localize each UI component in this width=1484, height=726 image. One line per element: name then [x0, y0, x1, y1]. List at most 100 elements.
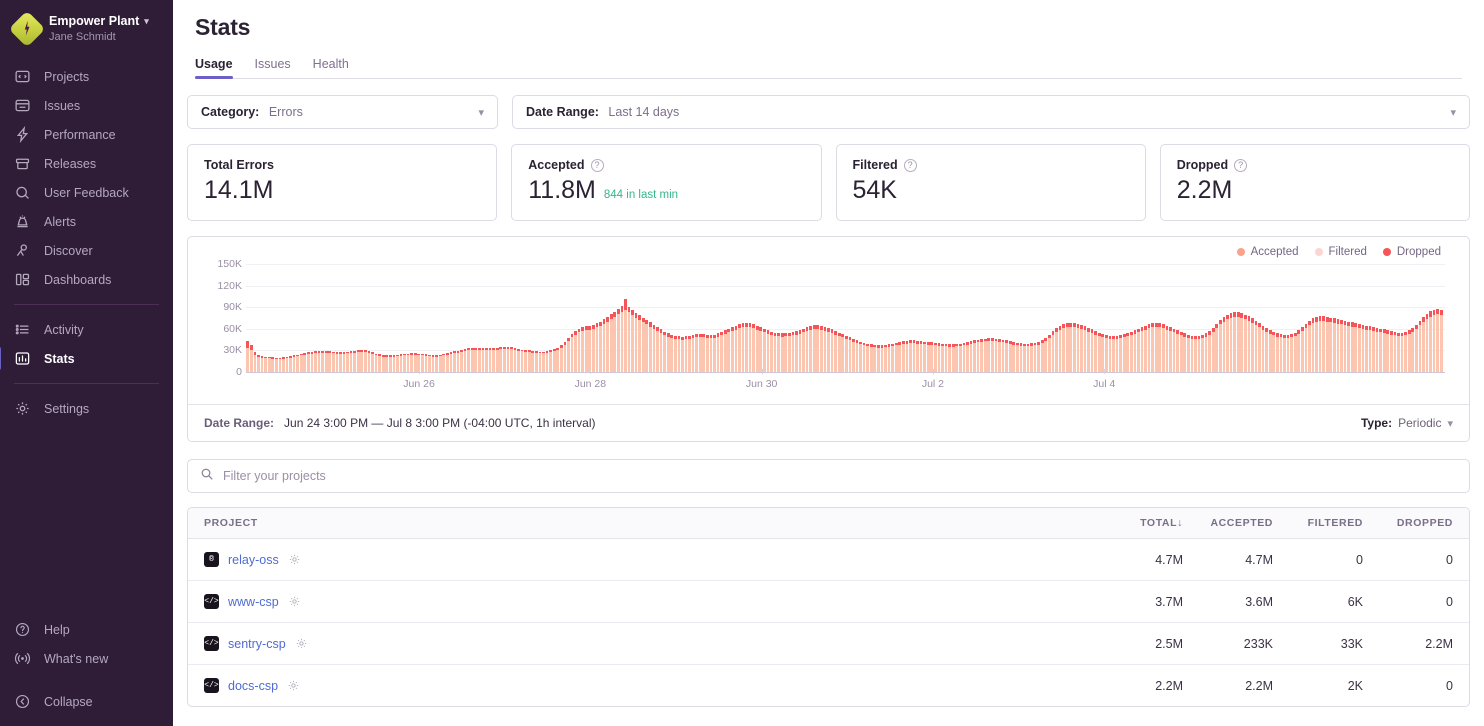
column-header-filtered[interactable]: FILTERED [1273, 517, 1363, 529]
cell-accepted: 233K [1183, 637, 1273, 651]
sidebar-item-label: Discover [44, 244, 93, 258]
main-content: Stats Usage Issues Health Category: Erro… [173, 0, 1484, 726]
sidebar-item-settings[interactable]: Settings [0, 394, 173, 423]
legend-item-filtered[interactable]: Filtered [1315, 246, 1367, 258]
date-range-filter-label: Date Range: [526, 105, 599, 119]
sidebar-item-label: Help [44, 623, 70, 637]
sidebar-item-activity[interactable]: Activity [0, 315, 173, 344]
sidebar-item-label: Stats [44, 352, 75, 366]
page-body: Category: Errors ▾ Date Range: Last 14 d… [173, 79, 1484, 726]
category-filter[interactable]: Category: Errors ▾ [187, 95, 498, 129]
y-tick-label: 30K [223, 344, 242, 356]
sidebar-item-user-feedback[interactable]: User Feedback [0, 178, 173, 207]
search-icon [200, 467, 214, 486]
sentry-logo-icon [9, 11, 46, 48]
x-tick-mark [1104, 369, 1105, 374]
chart-legend: Accepted Filtered Dropped [188, 237, 1469, 258]
column-header-total[interactable]: TOTAL↓ [1093, 517, 1183, 529]
project-link[interactable]: sentry-csp [228, 637, 286, 651]
cell-dropped: 2.2M [1363, 637, 1453, 651]
stat-card-filtered: Filtered ? 54K [836, 144, 1146, 221]
column-header-project[interactable]: PROJECT [204, 517, 1093, 529]
sidebar-item-label: What's new [44, 652, 108, 666]
sidebar-item-collapse[interactable]: Collapse [0, 687, 173, 716]
project-link[interactable]: www-csp [228, 595, 279, 609]
sidebar-item-label: Releases [44, 157, 96, 171]
sidebar-item-stats[interactable]: Stats [0, 344, 173, 373]
nav-divider [14, 383, 159, 384]
sidebar-item-issues[interactable]: Issues [0, 91, 173, 120]
tab-health[interactable]: Health [313, 57, 349, 78]
x-tick-mark [419, 369, 420, 374]
cell-total: 2.5M [1093, 637, 1183, 651]
info-icon[interactable]: ? [1234, 159, 1247, 172]
projects-table: PROJECT TOTAL↓ ACCEPTED FILTERED DROPPED… [187, 507, 1470, 707]
x-tick-label: Jun 30 [746, 378, 778, 390]
chart-type-selector[interactable]: Type: Periodic ▾ [1361, 416, 1453, 430]
dashboards-icon [14, 271, 31, 288]
cell-dropped: 0 [1363, 595, 1453, 609]
column-header-dropped[interactable]: DROPPED [1363, 517, 1453, 529]
cell-filtered: 33K [1273, 637, 1363, 651]
x-tick-label: Jun 28 [575, 378, 607, 390]
table-row: ® relay-oss 4.7M 4.7M 0 0 [188, 539, 1469, 581]
stat-card-total-errors: Total Errors 14.1M [187, 144, 497, 221]
table-row: </> docs-csp 2.2M 2.2M 2K 0 [188, 665, 1469, 706]
cell-dropped: 0 [1363, 679, 1453, 693]
sidebar-item-dashboards[interactable]: Dashboards [0, 265, 173, 294]
cell-accepted: 2.2M [1183, 679, 1273, 693]
cell-total: 3.7M [1093, 595, 1183, 609]
nav-group-settings: Settings [0, 390, 173, 427]
sidebar-item-releases[interactable]: Releases [0, 149, 173, 178]
legend-item-accepted[interactable]: Accepted [1237, 246, 1299, 258]
sidebar-item-label: Activity [44, 323, 84, 337]
sidebar-item-discover[interactable]: Discover [0, 236, 173, 265]
x-tick-label: Jun 26 [403, 378, 435, 390]
sidebar-item-label: Performance [44, 128, 116, 142]
sidebar-nav: Projects Issues Performance Releases Use… [0, 58, 173, 427]
table-row: </> sentry-csp 2.5M 233K 33K 2.2M [188, 623, 1469, 665]
legend-item-dropped[interactable]: Dropped [1383, 246, 1441, 258]
org-username: Jane Schmidt [49, 31, 149, 45]
gear-icon[interactable] [288, 553, 301, 566]
stat-card-title: Dropped [1177, 158, 1228, 172]
project-filter-row[interactable] [187, 459, 1470, 493]
cell-accepted: 3.6M [1183, 595, 1273, 609]
project-link[interactable]: relay-oss [228, 553, 279, 567]
project-link[interactable]: docs-csp [228, 679, 278, 693]
cell-filtered: 0 [1273, 553, 1363, 567]
gear-icon[interactable] [295, 637, 308, 650]
sidebar-item-help[interactable]: Help [0, 615, 173, 644]
chevron-down-icon: ▾ [1447, 417, 1453, 430]
info-icon[interactable]: ? [904, 159, 917, 172]
x-tick-mark [590, 369, 591, 374]
date-range-filter[interactable]: Date Range: Last 14 days ▾ [512, 95, 1470, 129]
stat-card-value: 11.8M [528, 176, 596, 205]
tab-usage[interactable]: Usage [195, 57, 233, 78]
gear-icon[interactable] [287, 679, 300, 692]
sidebar-item-performance[interactable]: Performance [0, 120, 173, 149]
sidebar-item-projects[interactable]: Projects [0, 62, 173, 91]
chart-bar [1439, 264, 1443, 372]
sidebar-item-alerts[interactable]: Alerts [0, 207, 173, 236]
org-switcher[interactable]: Empower Plant ▾ Jane Schmidt [0, 10, 173, 58]
stat-card-title: Filtered [853, 158, 898, 172]
search-input[interactable] [223, 469, 1457, 483]
y-tick-label: 60K [223, 323, 242, 335]
platform-icon: ® [204, 552, 219, 567]
info-icon[interactable]: ? [591, 159, 604, 172]
issues-icon [14, 97, 31, 114]
legend-label: Dropped [1397, 246, 1441, 258]
chart-footer: Date Range: Jun 24 3:00 PM — Jul 8 3:00 … [188, 404, 1469, 441]
cell-dropped: 0 [1363, 553, 1453, 567]
legend-label: Filtered [1329, 246, 1367, 258]
sidebar-item-whats-new[interactable]: What's new [0, 644, 173, 673]
usage-chart-plot[interactable]: 030K60K90K120K150K Jun 26Jun 28Jun 30Jul… [202, 264, 1455, 394]
legend-dot-accepted [1237, 248, 1245, 256]
tab-issues[interactable]: Issues [255, 57, 291, 78]
filter-bar: Category: Errors ▾ Date Range: Last 14 d… [187, 95, 1470, 129]
cell-filtered: 6K [1273, 595, 1363, 609]
gear-icon[interactable] [288, 595, 301, 608]
user-feedback-icon [14, 184, 31, 201]
column-header-accepted[interactable]: ACCEPTED [1183, 517, 1273, 529]
